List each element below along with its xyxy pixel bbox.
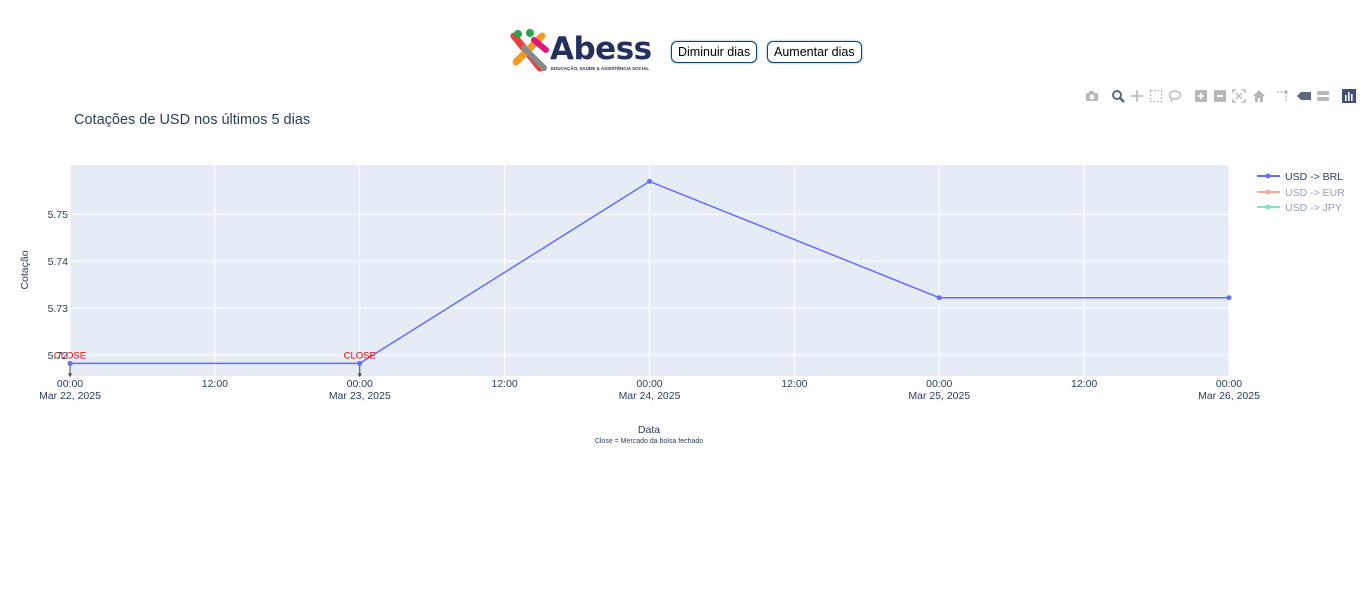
data-point[interactable]	[647, 178, 652, 184]
x-tick-label: 00:00	[347, 378, 373, 390]
y-tick-label: 5.75	[48, 209, 69, 221]
x-axis-note: Close = Mercado da bolsa fechado	[595, 438, 703, 445]
legend-swatch-marker	[1265, 173, 1271, 179]
annotation-label: CLOSE	[344, 350, 376, 361]
x-tick-label: 12:00	[491, 378, 517, 390]
x-tick-label: 12:00	[781, 378, 807, 390]
x-tick-label: 00:00	[1216, 378, 1242, 390]
x-tick-label: 12:00	[1071, 378, 1097, 390]
legend-label: USD -> EUR	[1285, 187, 1345, 199]
chart-svg: CLOSE CLOSE 5.725.735.745.75 00:00Mar 22,…	[19, 165, 1345, 445]
x-axis-title: Data	[638, 424, 660, 436]
legend-swatch-marker	[1265, 204, 1271, 210]
x-tick-label: 00:00	[636, 378, 662, 390]
x-tick-label: 12:00	[202, 378, 228, 390]
y-tick-label: 5.72	[48, 350, 69, 362]
x-axis-ticks: 00:00Mar 22, 202512:00 00:00Mar 23, 20251…	[39, 378, 1260, 402]
x-tick-date-label: Mar 26, 2025	[1198, 390, 1260, 402]
y-axis-ticks: 5.72 5.73 5.74 5.75	[48, 209, 69, 362]
data-point[interactable]	[357, 360, 363, 366]
x-tick-date-label: Mar 23, 2025	[329, 390, 391, 402]
y-tick-label: 5.73	[48, 303, 69, 315]
x-tick-label: 00:00	[926, 378, 952, 390]
legend-swatch-marker	[1265, 189, 1271, 195]
x-tick-date-label: Mar 24, 2025	[619, 390, 681, 402]
legend-item-brl[interactable]: USD -> BRL	[1257, 171, 1343, 183]
data-point[interactable]	[67, 360, 73, 366]
x-tick-label: 00:00	[57, 378, 83, 390]
legend-label: USD -> JPY	[1285, 202, 1342, 214]
y-axis-title: Cotação	[19, 250, 31, 289]
data-point[interactable]	[1226, 295, 1232, 301]
data-point[interactable]	[936, 295, 942, 301]
legend-item-jpy[interactable]: USD -> JPY	[1257, 202, 1342, 214]
legend-item-eur[interactable]: USD -> EUR	[1257, 187, 1345, 199]
legend-label: USD -> BRL	[1285, 171, 1343, 183]
x-tick-date-label: Mar 22, 2025	[39, 390, 101, 402]
y-tick-label: 5.74	[48, 256, 69, 268]
legend: USD -> BRL USD -> EUR USD -> JPY	[1257, 171, 1345, 214]
x-tick-date-label: Mar 25, 2025	[908, 390, 970, 402]
